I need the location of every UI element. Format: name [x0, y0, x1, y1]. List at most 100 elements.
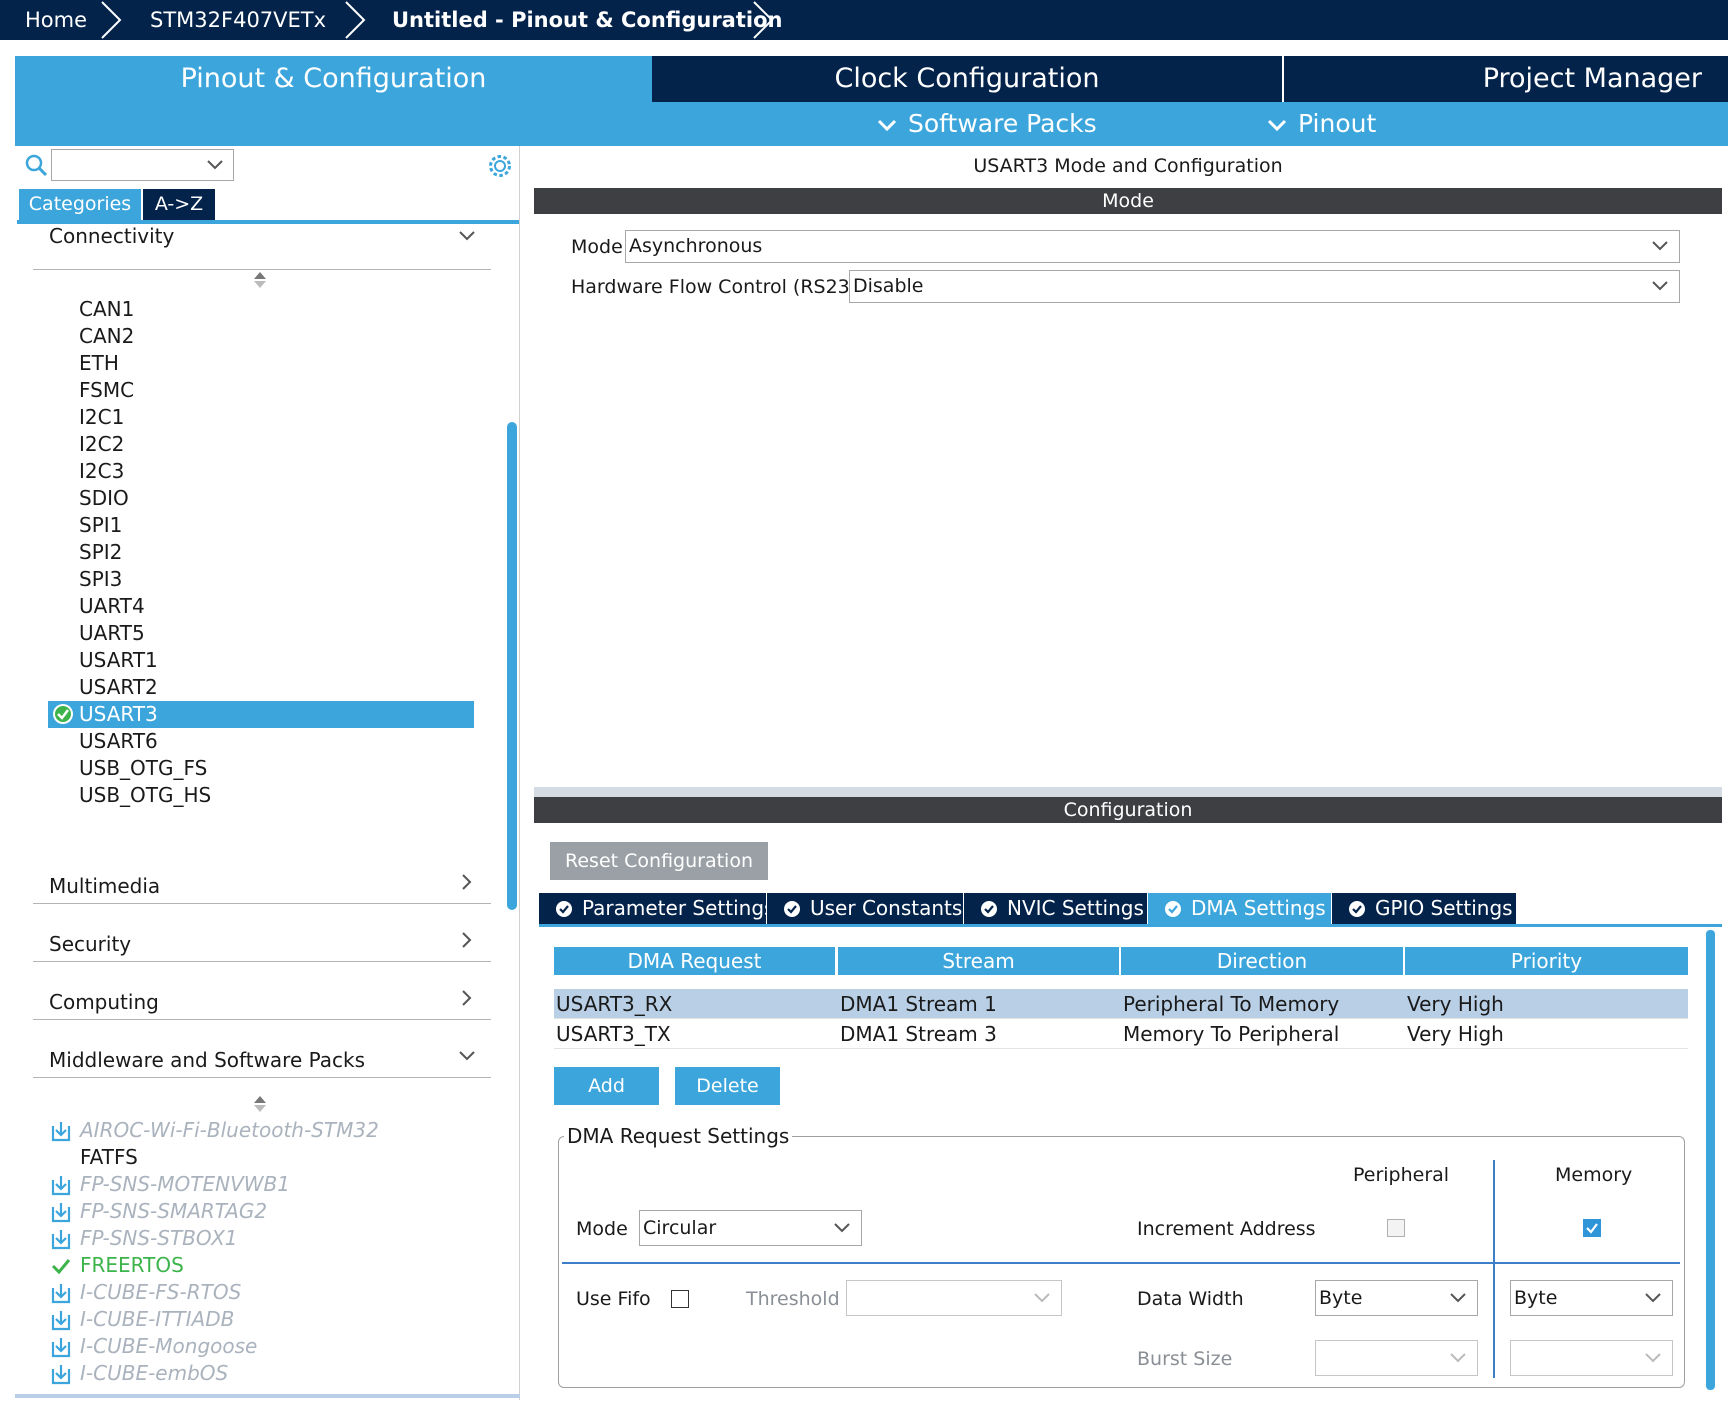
connectivity-item-usb-otg-fs[interactable]: USB_OTG_FS: [79, 755, 207, 782]
peripheral-header: Peripheral: [1353, 1164, 1450, 1186]
category-label: Middleware and Software Packs: [49, 1048, 366, 1072]
column-header[interactable]: DMA Request: [554, 947, 835, 975]
check-circle-icon: [981, 901, 997, 917]
category-connectivity[interactable]: Connectivity: [33, 220, 491, 270]
tab-project-manager[interactable]: Project Manager: [1284, 56, 1714, 102]
memory-increment-checkbox[interactable]: [1583, 1219, 1601, 1237]
connectivity-item-i2c3[interactable]: I2C3: [79, 458, 124, 485]
tab-categories[interactable]: Categories: [19, 189, 141, 220]
panel-title: USART3 Mode and Configuration: [973, 155, 1283, 177]
check-circle-icon: [53, 704, 73, 724]
tab-user-constants[interactable]: User Constants: [767, 893, 964, 924]
breadcrumb-chevron-icon: [101, 1, 122, 39]
breadcrumb-home[interactable]: Home: [25, 0, 87, 40]
peripheral-increment-checkbox[interactable]: [1387, 1219, 1405, 1237]
column-header[interactable]: Direction: [1121, 947, 1403, 975]
flow-control-select[interactable]: Disable: [849, 270, 1680, 303]
download-pack-icon: [51, 1176, 71, 1196]
data-width-label: Data Width: [1137, 1288, 1244, 1310]
software-packs-label: Software Packs: [908, 109, 1097, 138]
tab-pinout-configuration[interactable]: Pinout & Configuration: [15, 56, 652, 102]
threshold-select[interactable]: [846, 1280, 1062, 1316]
burst-size-label: Burst Size: [1137, 1348, 1233, 1370]
check-circle-icon: [784, 901, 800, 917]
sort-icon[interactable]: [252, 1094, 268, 1114]
middleware-item-label: I-CUBE-ITTIADB: [80, 1307, 235, 1331]
middleware-item-label: FP-SNS-SMARTAG2: [80, 1199, 268, 1223]
table-cell: Very High: [1407, 1022, 1504, 1046]
connectivity-item-usart1[interactable]: USART1: [79, 647, 158, 674]
connectivity-item-can2[interactable]: CAN2: [79, 323, 134, 350]
table-cell: Peripheral To Memory: [1123, 992, 1340, 1016]
chevron-right-icon: [462, 932, 472, 948]
connectivity-item-sdio[interactable]: SDIO: [79, 485, 129, 512]
tab-nvic-settings[interactable]: NVIC Settings: [964, 893, 1148, 924]
chevron-down-icon: [1450, 1353, 1466, 1363]
left-panel-bottom-border: [15, 1394, 520, 1398]
connectivity-item-eth[interactable]: ETH: [79, 350, 119, 377]
chevron-down-icon: [1645, 1293, 1661, 1303]
chevron-right-icon: [462, 990, 472, 1006]
connectivity-item-spi2[interactable]: SPI2: [79, 539, 122, 566]
column-header[interactable]: Stream: [838, 947, 1119, 975]
peripheral-data-width-select[interactable]: Byte: [1315, 1280, 1478, 1316]
search-icon: [25, 154, 48, 177]
connectivity-item-spi1[interactable]: SPI1: [79, 512, 122, 539]
category-security[interactable]: Security: [33, 912, 491, 962]
peripheral-data-width-value: Byte: [1319, 1287, 1363, 1309]
connectivity-item-uart4[interactable]: UART4: [79, 593, 145, 620]
tab-gpio-settings[interactable]: GPIO Settings: [1332, 893, 1517, 924]
category-middleware[interactable]: Middleware and Software Packs: [33, 1028, 491, 1078]
sort-icon[interactable]: [252, 270, 268, 290]
memory-burst-size-select[interactable]: [1510, 1340, 1673, 1376]
download-pack-icon: [51, 1203, 71, 1223]
tab-parameter-settings[interactable]: Parameter Settings: [539, 893, 774, 924]
left-scrollbar[interactable]: [507, 422, 517, 910]
connectivity-item-can1[interactable]: CAN1: [79, 296, 134, 323]
connectivity-item-usart3[interactable]: USART3: [79, 701, 158, 728]
gear-icon[interactable]: [487, 153, 513, 179]
flow-control-label: Hardware Flow Control (RS232): [571, 276, 870, 298]
mode-select[interactable]: Asynchronous: [625, 230, 1680, 263]
tab-a-to-z[interactable]: A->Z: [143, 189, 215, 220]
tab-clock-configuration[interactable]: Clock Configuration: [652, 56, 1282, 102]
configuration-section-header: Configuration: [534, 797, 1722, 823]
tab-label: DMA Settings: [1191, 896, 1326, 920]
chevron-down-icon: [1652, 241, 1668, 251]
memory-data-width-select[interactable]: Byte: [1510, 1280, 1673, 1316]
delete-button[interactable]: Delete: [675, 1067, 780, 1105]
breadcrumb-device[interactable]: STM32F407VETx: [150, 0, 326, 40]
tab-dma-settings[interactable]: DMA Settings: [1148, 893, 1332, 924]
connectivity-item-fsmc[interactable]: FSMC: [79, 377, 134, 404]
checkmark-icon: [1586, 1223, 1598, 1234]
table-cell: DMA1 Stream 3: [840, 1022, 997, 1046]
connectivity-item-usart2[interactable]: USART2: [79, 674, 158, 701]
splitter[interactable]: [534, 787, 1722, 797]
peripheral-burst-size-select[interactable]: [1315, 1340, 1478, 1376]
dma-mode-label: Mode: [576, 1218, 628, 1240]
use-fifo-label: Use Fifo: [576, 1288, 651, 1310]
connectivity-item-usart6[interactable]: USART6: [79, 728, 158, 755]
breadcrumb-chevron-icon: [345, 1, 366, 39]
connectivity-item-i2c2[interactable]: I2C2: [79, 431, 124, 458]
breadcrumb-current[interactable]: Untitled - Pinout & Configuration: [392, 0, 782, 40]
connectivity-item-i2c1[interactable]: I2C1: [79, 404, 124, 431]
column-header[interactable]: Priority: [1405, 947, 1688, 975]
download-pack-icon: [51, 1284, 71, 1304]
category-multimedia[interactable]: Multimedia: [33, 854, 491, 904]
dma-mode-select[interactable]: Circular: [639, 1210, 862, 1246]
chevron-down-icon[interactable]: [206, 158, 224, 172]
connectivity-item-uart5[interactable]: UART5: [79, 620, 145, 647]
tab-label: NVIC Settings: [1007, 896, 1144, 920]
connectivity-item-spi3[interactable]: SPI3: [79, 566, 122, 593]
add-button[interactable]: Add: [554, 1067, 659, 1105]
connectivity-item-usb-otg-hs[interactable]: USB_OTG_HS: [79, 782, 211, 809]
reset-configuration-button[interactable]: Reset Configuration: [550, 842, 768, 880]
table-cell: USART3_RX: [556, 992, 673, 1016]
download-pack-icon: [51, 1311, 71, 1331]
breadcrumb-chevron-icon: [753, 1, 774, 39]
right-scrollbar[interactable]: [1706, 930, 1715, 1390]
tab-label: GPIO Settings: [1375, 896, 1513, 920]
use-fifo-checkbox[interactable]: [671, 1290, 689, 1308]
category-computing[interactable]: Computing: [33, 970, 491, 1020]
